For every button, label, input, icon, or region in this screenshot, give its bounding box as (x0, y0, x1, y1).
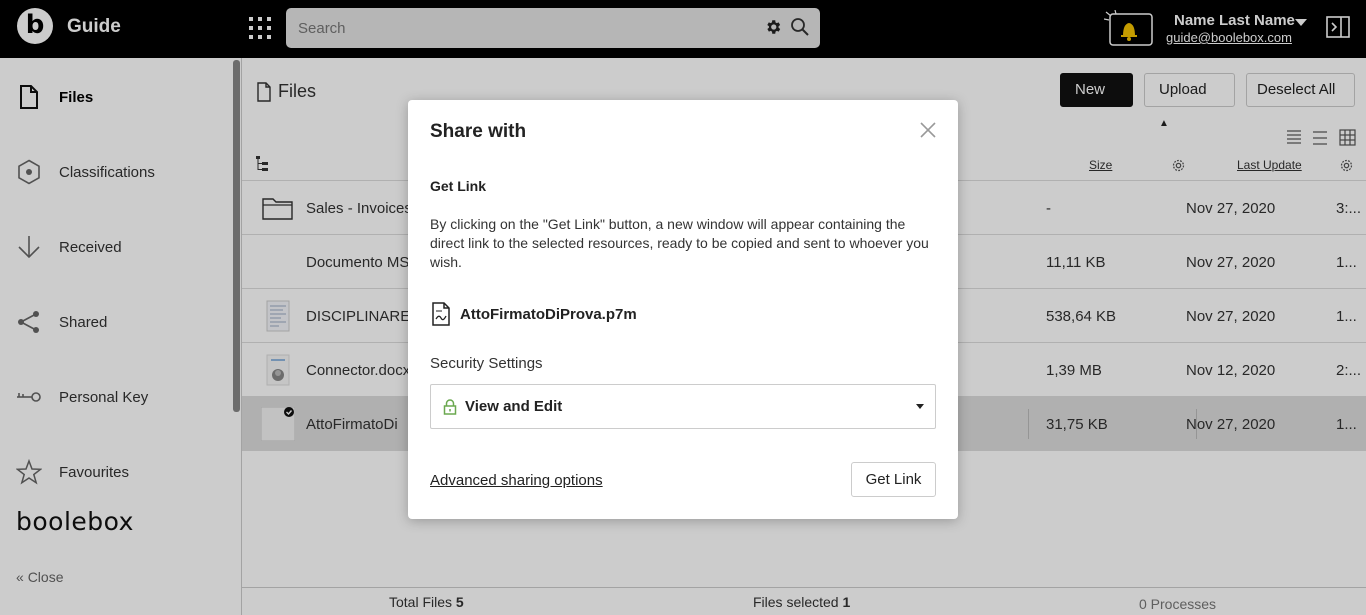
security-settings-select[interactable]: View and Edit (430, 384, 936, 429)
shared-file-name: AttoFirmatoDiProva.p7m (460, 306, 637, 323)
advanced-sharing-options-link[interactable]: Advanced sharing options (430, 472, 603, 489)
security-settings-value: View and Edit (465, 398, 563, 415)
signed-document-icon (432, 302, 450, 326)
dialog-description: By clicking on the "Get Link" button, a … (430, 216, 929, 270)
lock-icon (443, 399, 457, 415)
security-settings-label: Security Settings (430, 355, 543, 372)
dialog-title: Share with (430, 121, 527, 142)
close-icon[interactable] (918, 120, 938, 140)
dialog-subtitle: Get Link (430, 178, 487, 194)
share-dialog: Share with Get Link By clicking on the "… (408, 100, 958, 519)
chevron-down-icon (916, 404, 924, 409)
get-link-button[interactable]: Get Link (851, 462, 936, 497)
